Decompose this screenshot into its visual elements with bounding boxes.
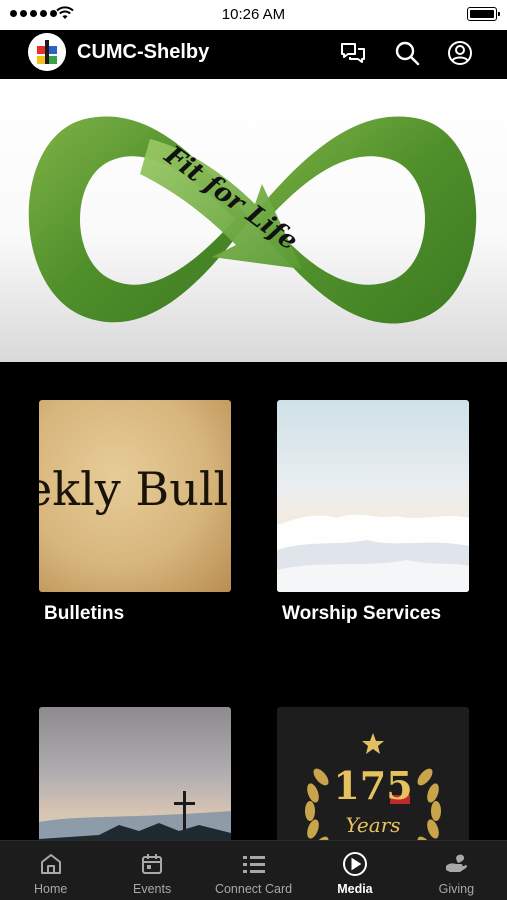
- anniversary-number: 175: [333, 763, 413, 808]
- tab-bar: Home Events Connect Card Media Giving: [0, 840, 507, 900]
- tab-connect-card[interactable]: Connect Card: [203, 841, 304, 900]
- tab-label: Events: [133, 882, 172, 896]
- tab-label: Home: [34, 882, 68, 896]
- tile-worship-services[interactable]: Worship Services: [277, 400, 469, 624]
- chat-icon[interactable]: [338, 38, 368, 68]
- battery-icon: [467, 7, 500, 21]
- home-icon: [38, 851, 64, 877]
- tab-giving[interactable]: Giving: [406, 841, 507, 900]
- status-bar: 10:26 AM: [0, 0, 507, 30]
- search-icon[interactable]: [392, 38, 422, 68]
- tab-label: Connect Card: [214, 882, 293, 896]
- anniversary-word: Years: [345, 813, 401, 837]
- profile-icon[interactable]: [445, 38, 475, 68]
- tab-media[interactable]: Media: [304, 841, 405, 900]
- bulletins-thumbnail: ekly Bull: [39, 400, 231, 592]
- hero-banner[interactable]: Fit for Life: [0, 79, 507, 362]
- tile-label: Worship Services: [282, 603, 442, 624]
- church-logo-icon[interactable]: [28, 33, 66, 71]
- worship-services-thumbnail: [277, 400, 469, 592]
- giving-hand-icon: [443, 851, 469, 877]
- infinity-graphic: Fit for Life: [28, 116, 477, 324]
- app-header: CUMC-Shelby: [0, 30, 507, 78]
- tile-bulletins[interactable]: ekly Bull Bulletins: [39, 400, 231, 624]
- tile-label: Bulletins: [44, 603, 125, 624]
- app-title: CUMC-Shelby: [77, 41, 210, 63]
- play-circle-icon: [342, 851, 368, 877]
- tab-events[interactable]: Events: [101, 841, 202, 900]
- calendar-icon: [139, 851, 165, 877]
- tab-label: Giving: [438, 882, 475, 896]
- status-time: 10:26 AM: [221, 6, 286, 23]
- list-icon: [241, 851, 267, 877]
- tab-label: Media: [337, 882, 373, 896]
- tab-home[interactable]: Home: [0, 841, 101, 900]
- bulletins-thumbnail-text: ekly Bull: [39, 462, 229, 516]
